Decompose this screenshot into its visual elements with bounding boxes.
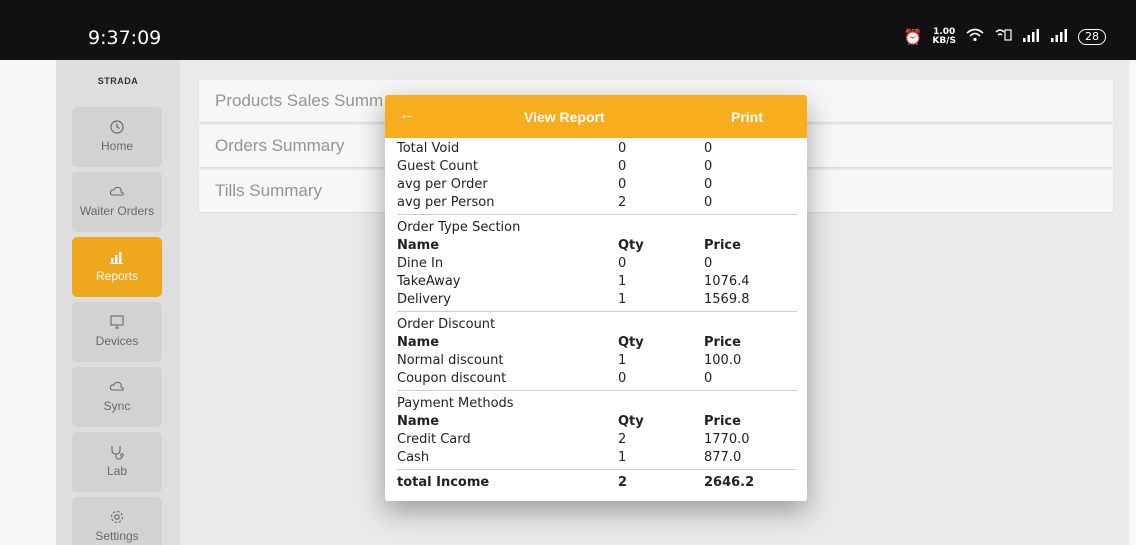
row-name: Cash: [397, 450, 430, 465]
table-row: Delivery 1 1569.8: [397, 291, 797, 309]
total-qty: 2: [618, 475, 628, 490]
row-price: 0: [704, 177, 713, 192]
row-qty: 0: [618, 371, 627, 386]
row-price: 0: [704, 256, 713, 271]
row-name: Total Void: [397, 141, 460, 156]
row-name: Delivery: [397, 292, 451, 307]
volte-icon: [994, 28, 1012, 46]
table-row: Dine In 0 0: [397, 255, 797, 273]
header-qty: Qty: [618, 238, 644, 253]
table-row: Normal discount 1 100.0: [397, 352, 797, 370]
section-title-payment-methods: Payment Methods: [397, 396, 514, 411]
view-report-dialog: ← View Report Print Total Void 0 0 Guest C…: [385, 95, 807, 501]
header-price: Price: [704, 238, 741, 253]
row-name: avg per Person: [397, 195, 495, 210]
divider: [397, 390, 797, 391]
header-price: Price: [704, 414, 741, 429]
row-qty: 0: [618, 177, 627, 192]
status-bar: 9:37:09 ⏰ 1.00 KB/S 28: [0, 0, 1136, 60]
row-price: 1770.0: [704, 432, 750, 447]
table-row: Total Void 0 0: [397, 140, 797, 158]
row-qty: 1: [618, 353, 627, 368]
row-name: Coupon discount: [397, 371, 507, 386]
network-speed-unit: KB/S: [932, 36, 956, 46]
row-name: Normal discount: [397, 353, 504, 368]
header-qty: Qty: [618, 414, 644, 429]
row-qty: 0: [618, 256, 627, 271]
header-price: Price: [704, 335, 741, 350]
row-qty: 2: [618, 195, 627, 210]
clock-time: 9:37:09: [88, 27, 162, 49]
divider: [397, 311, 797, 312]
row-price: 877.0: [704, 450, 742, 465]
row-price: 0: [704, 159, 713, 174]
row-name: avg per Order: [397, 177, 488, 192]
battery-icon: 28: [1078, 29, 1106, 45]
arrow-left-icon[interactable]: ←: [399, 106, 415, 124]
table-row: Guest Count 0 0: [397, 158, 797, 176]
header-name: Name: [397, 335, 440, 350]
signal-icon-2: [1050, 28, 1068, 46]
row-name: Guest Count: [397, 159, 478, 174]
alarm-icon: ⏰: [903, 28, 923, 46]
row-qty: 1: [618, 292, 627, 307]
status-icons: ⏰ 1.00 KB/S 28: [904, 28, 1106, 46]
row-price: 1569.8: [704, 292, 750, 307]
row-price: 100.0: [704, 353, 742, 368]
section-title-order-discount: Order Discount: [397, 317, 496, 332]
row-name: Dine In: [397, 256, 444, 271]
row-qty: 1: [618, 274, 627, 289]
row-qty: 0: [618, 141, 627, 156]
total-income-row: total Income 2 2646.2: [397, 473, 797, 493]
row-qty: 2: [618, 432, 627, 447]
header-name: Name: [397, 414, 440, 429]
table-header: Name Qty Price: [397, 334, 797, 352]
table-row: avg per Order 0 0: [397, 176, 797, 194]
dialog-header: ← View Report Print: [385, 95, 807, 138]
table-row: Credit Card 2 1770.0: [397, 431, 797, 449]
table-row: Cash 1 877.0: [397, 449, 797, 467]
row-qty: 0: [618, 159, 627, 174]
row-qty: 1: [618, 450, 627, 465]
row-price: 0: [704, 371, 713, 386]
row-price: 1076.4: [704, 274, 750, 289]
print-button[interactable]: Print: [731, 109, 763, 125]
total-price: 2646.2: [704, 475, 755, 490]
wifi-icon: [966, 28, 984, 46]
row-price: 0: [704, 195, 713, 210]
total-label: total Income: [397, 475, 490, 490]
table-header: Name Qty Price: [397, 237, 797, 255]
section-title-order-type: Order Type Section: [397, 220, 521, 235]
divider: [397, 214, 797, 215]
row-name: Credit Card: [397, 432, 471, 447]
table-row: avg per Person 2 0: [397, 194, 797, 212]
table-row: TakeAway 1 1076.4: [397, 273, 797, 291]
table-header: Name Qty Price: [397, 413, 797, 431]
divider: [397, 469, 797, 470]
header-qty: Qty: [618, 335, 644, 350]
dialog-title: View Report: [524, 109, 605, 125]
header-name: Name: [397, 238, 440, 253]
row-name: TakeAway: [397, 274, 461, 289]
table-row: Coupon discount 0 0: [397, 370, 797, 388]
row-price: 0: [704, 141, 713, 156]
report-body: Total Void 0 0 Guest Count 0 0 avg per Order…: [385, 138, 807, 493]
signal-icon-1: [1022, 28, 1040, 46]
network-speed: 1.00 KB/S: [932, 28, 956, 46]
